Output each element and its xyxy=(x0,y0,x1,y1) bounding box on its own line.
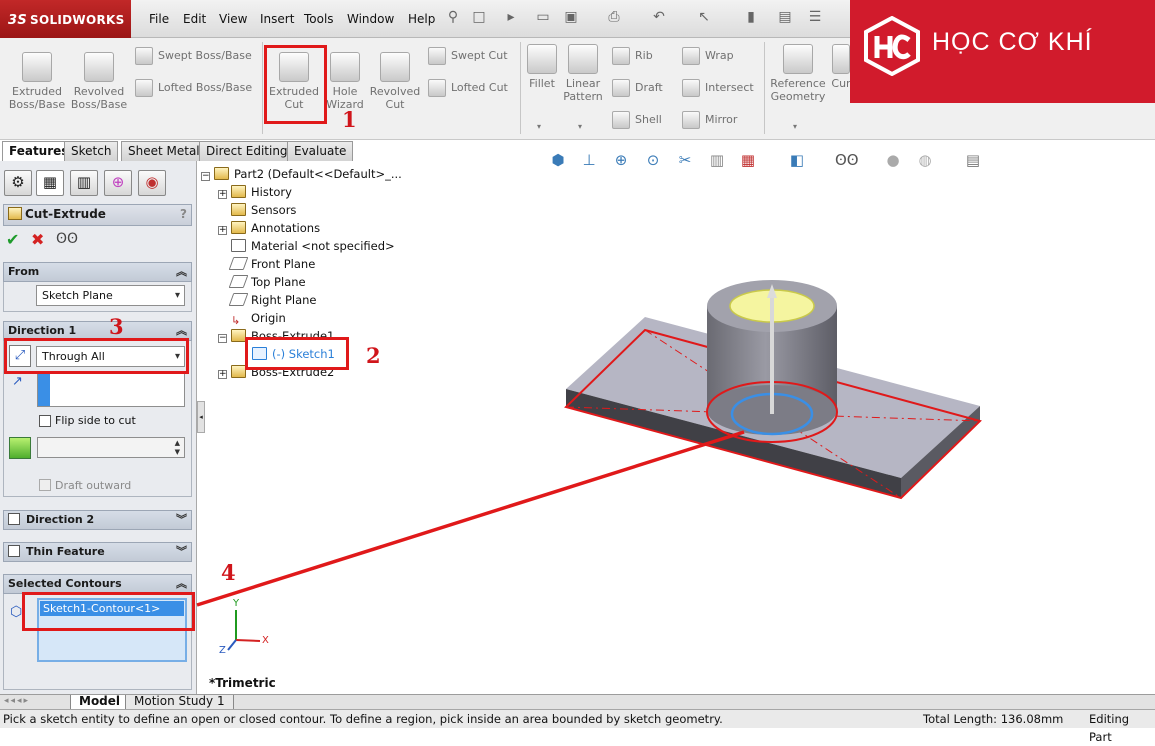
part-icon xyxy=(214,167,229,180)
view-settings-icon[interactable]: ▤ xyxy=(962,149,984,171)
display-style-icon[interactable]: ◧ xyxy=(786,149,808,171)
zoom-to-fit-icon[interactable]: ⬢ xyxy=(547,149,569,171)
total-length: Total Length: 136.08mm xyxy=(923,712,1064,726)
apply-scene-icon[interactable]: ◍ xyxy=(914,149,936,171)
tree-item-sensors[interactable]: Sensors xyxy=(231,201,296,219)
tree-item-label: Top Plane xyxy=(251,275,306,289)
plane-icon xyxy=(228,257,249,270)
annotation-number-4: 4 xyxy=(221,560,236,585)
tab-model[interactable]: Model xyxy=(70,695,130,710)
tree-item-label: Annotations xyxy=(251,221,321,235)
annotation-leader-line xyxy=(196,430,745,607)
tree-item-front-plane[interactable]: Front Plane xyxy=(228,255,316,273)
zoom-to-area-icon[interactable]: ⊥ xyxy=(578,149,600,171)
tree-item-label: Origin xyxy=(251,311,286,325)
status-message: Pick a sketch entity to define an open o… xyxy=(3,712,723,726)
plane-icon xyxy=(228,275,249,288)
collapse-icon[interactable]: − xyxy=(201,172,210,181)
model-tabs-bar: ◂◂◂▸ Model Motion Study 1 xyxy=(0,694,1155,710)
triad-y-label: Y xyxy=(233,598,240,609)
expand-icon[interactable]: + xyxy=(218,370,227,379)
highlight-through-all xyxy=(4,338,189,374)
tab-scroll-arrows-icon[interactable]: ◂◂◂▸ xyxy=(4,696,30,706)
dynamic-annotation-icon[interactable]: ▥ xyxy=(706,149,728,171)
triad-z-label: Z xyxy=(219,645,226,656)
origin-icon: ↳ xyxy=(231,314,241,327)
hide-show-icon[interactable]: ʘʘ xyxy=(835,149,859,171)
tree-root[interactable]: − Part2 (Default<<Default>_... xyxy=(201,165,402,183)
triad-z-axis xyxy=(227,639,237,651)
section-view-icon[interactable]: ✂ xyxy=(674,149,696,171)
annotation-number-3: 3 xyxy=(109,314,124,339)
history-icon xyxy=(231,185,246,198)
annotations-icon xyxy=(231,221,246,234)
highlight-extruded-cut xyxy=(264,45,327,124)
edit-appearance-icon[interactable]: ● xyxy=(882,149,904,171)
zoom-icon[interactable]: ⊕ xyxy=(610,149,632,171)
previous-view-icon[interactable]: ⊙ xyxy=(642,149,664,171)
highlight-sketch1 xyxy=(245,337,349,370)
highlight-selected-contour xyxy=(22,592,195,631)
tab-motion-study-1[interactable]: Motion Study 1 xyxy=(125,695,234,710)
annotation-number-2: 2 xyxy=(366,343,381,368)
expand-icon[interactable]: + xyxy=(218,226,227,235)
expand-icon[interactable]: + xyxy=(218,190,227,199)
tree-item-material[interactable]: Material <not specified> xyxy=(231,237,395,255)
tree-item-label: Front Plane xyxy=(251,257,316,271)
tree-item-label: Right Plane xyxy=(251,293,317,307)
triad-x-axis xyxy=(235,639,261,642)
triad-x-label: X xyxy=(262,635,269,646)
tree-item-label: Sensors xyxy=(251,203,297,217)
boss-extrude-icon xyxy=(231,329,246,342)
tree-item-history[interactable]: + History xyxy=(218,183,292,201)
status-bar: Pick a sketch entity to define an open o… xyxy=(0,709,1155,744)
tree-item-right-plane[interactable]: Right Plane xyxy=(228,291,317,309)
view-orientation-label: *Trimetric xyxy=(209,676,276,690)
sensors-icon xyxy=(231,203,246,216)
tree-item-origin[interactable]: ↳ Origin xyxy=(231,309,286,327)
view-orientation-icon[interactable]: ▦ xyxy=(737,149,759,171)
material-icon xyxy=(231,239,246,252)
tree-item-label: Material <not specified> xyxy=(251,239,395,253)
tree-root-label: Part2 (Default<<Default>_... xyxy=(234,167,402,181)
boss-extrude-icon xyxy=(231,365,246,378)
tree-item-label: History xyxy=(251,185,292,199)
tree-item-annotations[interactable]: + Annotations xyxy=(218,219,320,237)
tree-item-top-plane[interactable]: Top Plane xyxy=(228,273,306,291)
collapse-icon[interactable]: − xyxy=(218,334,227,343)
editing-mode: Editing Part xyxy=(1089,712,1130,744)
plane-icon xyxy=(228,293,249,306)
annotation-number-1: 1 xyxy=(342,107,357,132)
